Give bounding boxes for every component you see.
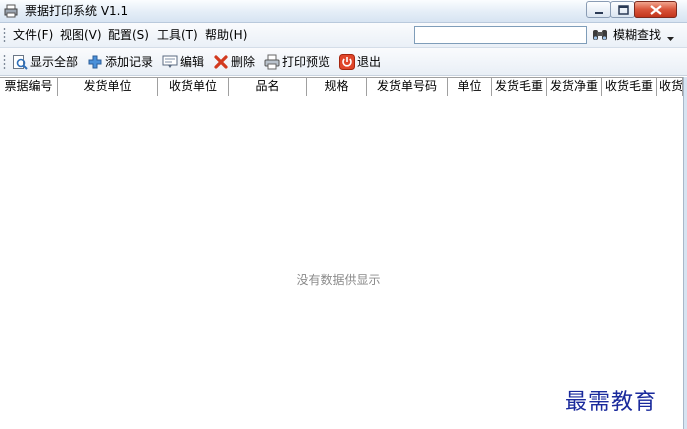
chevron-down-icon[interactable] — [667, 31, 674, 45]
menu-file[interactable]: 文件(F) — [13, 27, 53, 43]
delete-icon — [213, 54, 229, 70]
column-header-recv-gross[interactable]: 收货毛重 — [602, 78, 657, 96]
column-header-shipping-no[interactable]: 发货单号码 — [367, 78, 448, 96]
column-header-ticket-no[interactable]: 票据编号 — [0, 78, 58, 96]
printer-app-icon — [4, 4, 18, 18]
toolbar-grip[interactable] — [3, 54, 6, 70]
column-header-ship-net[interactable]: 发货净重 — [547, 78, 602, 96]
add-icon — [87, 54, 103, 70]
menu-bar: 文件(F) 视图(V) 配置(S) 工具(T) 帮助(H) 模糊查找 — [0, 23, 687, 48]
empty-message: 没有数据供显示 — [296, 273, 381, 287]
column-header-product[interactable]: 品名 — [229, 78, 307, 96]
exit-icon — [339, 54, 355, 70]
edit-label: 编辑 — [180, 55, 205, 69]
grid-header: 票据编号 发货单位 收货单位 品名 规格 发货单号码 单位 发货毛重 发货净重 … — [0, 77, 687, 97]
column-header-recv-more[interactable]: 收货 — [657, 78, 683, 96]
close-icon — [650, 5, 662, 15]
menu-view[interactable]: 视图(V) — [60, 27, 102, 43]
maximize-icon — [618, 5, 629, 15]
minimize-button[interactable] — [586, 1, 611, 18]
window-title: 票据打印系统 V1.1 — [25, 4, 129, 18]
binoculars-icon — [592, 27, 608, 43]
title-bar[interactable]: 票据打印系统 V1.1 — [0, 0, 687, 23]
exit-label: 退出 — [357, 55, 382, 69]
fuzzy-search-label: 模糊查找 — [613, 28, 662, 42]
window-frame-right — [683, 77, 687, 429]
view-all-icon — [12, 54, 28, 70]
data-grid[interactable]: 没有数据供显示 — [0, 96, 683, 429]
menu-grip[interactable] — [3, 27, 6, 43]
close-button[interactable] — [634, 1, 677, 18]
column-header-shipper[interactable]: 发货单位 — [58, 78, 158, 96]
minimize-icon — [595, 12, 603, 14]
maximize-button[interactable] — [610, 1, 635, 18]
column-header-spec[interactable]: 规格 — [307, 78, 367, 96]
column-header-ship-gross[interactable]: 发货毛重 — [492, 78, 547, 96]
print-preview-label: 打印预览 — [282, 55, 331, 69]
column-header-unit[interactable]: 单位 — [448, 78, 492, 96]
watermark: 最需教育 — [565, 390, 658, 415]
menu-tools[interactable]: 工具(T) — [157, 27, 198, 43]
add-record-label: 添加记录 — [105, 55, 154, 69]
print-preview-icon — [264, 54, 280, 70]
edit-icon — [162, 54, 178, 70]
show-all-label: 显示全部 — [30, 55, 79, 69]
menu-help[interactable]: 帮助(H) — [205, 27, 247, 43]
delete-label: 删除 — [231, 55, 256, 69]
menu-config[interactable]: 配置(S) — [108, 27, 149, 43]
search-input[interactable] — [414, 26, 587, 44]
app-window: 票据打印系统 V1.1 文件(F) 视图(V) 配置(S) 工具(T) 帮助(H… — [0, 0, 687, 429]
column-header-receiver[interactable]: 收货单位 — [158, 78, 229, 96]
toolbar: 显示全部 添加记录 编辑 删除 打印预览 退出 — [0, 48, 687, 76]
